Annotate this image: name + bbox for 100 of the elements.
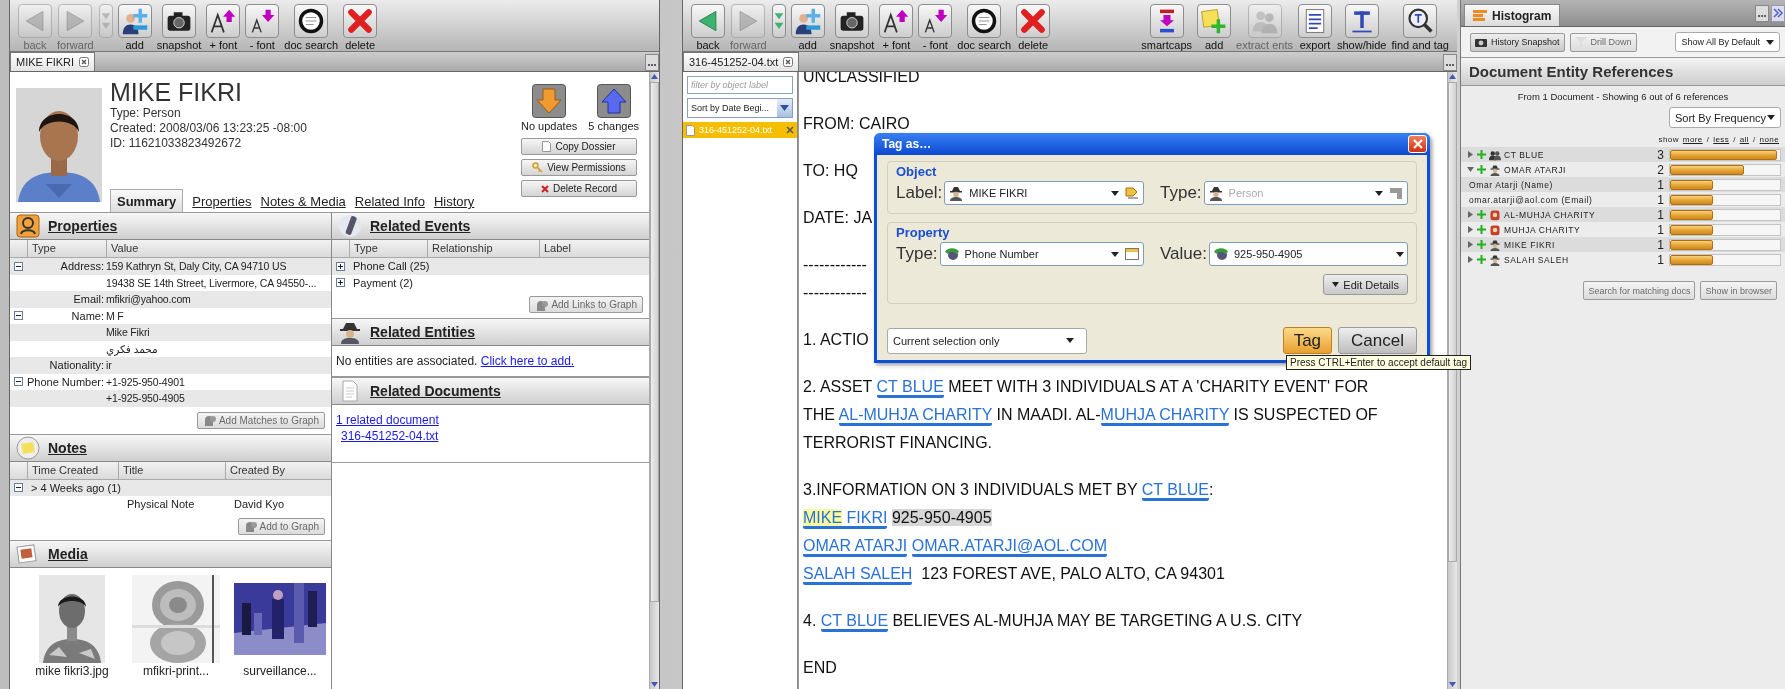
document-link[interactable]: 316-451252-04.txt — [341, 429, 439, 443]
tab[interactable]: MIKE FIKRI — [10, 52, 96, 71]
section-title[interactable]: Notes — [48, 439, 87, 456]
collapse-icon[interactable] — [14, 311, 23, 321]
entity-link[interactable]: OMAR ATARJI — [803, 537, 908, 557]
bars-icon — [1473, 10, 1487, 21]
scroll-down-icon[interactable] — [650, 680, 659, 689]
section-title[interactable]: Properties — [48, 218, 118, 234]
type-label: Type: Person — [110, 106, 182, 121]
scope-dropdown[interactable]: Current selection only — [887, 327, 1087, 354]
entity-label[interactable]: MUHJA CHARITY — [1504, 224, 1651, 235]
show-link[interactable]: all — [1739, 135, 1749, 144]
document-link[interactable]: 1 related document — [336, 413, 439, 427]
close-icon[interactable] — [786, 126, 794, 134]
status-button[interactable]: No updates — [521, 84, 578, 132]
entity-link[interactable]: CT BLUE — [1141, 481, 1209, 501]
more-button[interactable] — [1443, 54, 1457, 71]
action-button[interactable]: Delete Record — [521, 180, 637, 197]
toolbar-button[interactable]: History Snapshot — [1470, 32, 1565, 52]
entity-link[interactable]: MUHJA CHARITY — [1100, 406, 1230, 426]
entity-link[interactable]: AL-MUHJA CHARITY — [838, 406, 993, 426]
add-icon[interactable] — [1477, 225, 1486, 234]
tab[interactable]: Properties — [192, 191, 252, 212]
expand-arrow-icon[interactable] — [1467, 151, 1474, 158]
show-hide-button[interactable]: show/hide — [1336, 4, 1387, 52]
expand-arrow-icon[interactable] — [1467, 256, 1474, 263]
entity-link[interactable]: CT BLUE — [876, 378, 944, 398]
sort-dropdown[interactable]: Sort by Date Begi... — [687, 98, 793, 118]
entity-link[interactable]: MIKE FIKRI — [803, 509, 888, 529]
tab[interactable]: Summary — [110, 189, 184, 212]
view-dropdown[interactable]: Show All By Default — [1675, 32, 1780, 52]
font-increase-icon — [209, 7, 238, 35]
edit-details-button[interactable]: Edit Details — [1323, 274, 1408, 295]
show-link[interactable]: more — [1682, 135, 1703, 144]
entity-label[interactable]: CT BLUE — [1504, 149, 1651, 160]
table-cell: محمد فكري — [106, 342, 158, 355]
expand-arrow-icon[interactable] — [1467, 211, 1474, 218]
expand-arrow-icon[interactable] — [1467, 241, 1474, 248]
spy-icon — [948, 185, 965, 201]
smartcaps-button[interactable]: smartcaps — [1141, 4, 1193, 52]
collapse-arrow-icon[interactable] — [1467, 166, 1474, 173]
filter-field[interactable]: filter by object label — [687, 76, 793, 94]
expand-icon[interactable] — [336, 261, 345, 271]
tab[interactable]: 316-451252-04.txt — [683, 52, 800, 71]
tab[interactable]: History — [433, 191, 475, 212]
status-button[interactable]: 5 changes — [588, 84, 639, 132]
entity-label[interactable]: MIKE FIKRI — [1504, 239, 1651, 250]
show-link[interactable]: none — [1759, 135, 1779, 144]
more-button[interactable] — [645, 54, 659, 71]
section-title[interactable]: Related Events — [370, 218, 471, 234]
entity-label[interactable]: omar.atarji@aol.com (Email) — [1467, 194, 1651, 205]
close-icon[interactable] — [783, 57, 794, 67]
add-icon[interactable] — [1477, 255, 1486, 264]
dialog-button[interactable]: Cancel — [1338, 327, 1417, 354]
show-link[interactable]: less — [1713, 135, 1730, 144]
action-button[interactable]: View Permissions — [521, 159, 637, 176]
collapse-icon[interactable] — [14, 261, 23, 271]
key-icon — [532, 162, 544, 173]
tag-icon[interactable] — [1124, 185, 1140, 201]
column-header: Value — [106, 240, 331, 257]
entity-label[interactable]: SALAH SALEH — [1504, 254, 1651, 265]
find-and-tag-button[interactable]: find and tag — [1391, 4, 1449, 52]
entity-label[interactable]: AL-MUHJA CHARITY — [1504, 209, 1651, 220]
expand-icon[interactable] — [336, 278, 345, 288]
dropdown[interactable]: 925-950-4905 — [1208, 242, 1408, 266]
history-button[interactable] — [771, 4, 786, 38]
dropdown[interactable]: MIKE FIKRI — [944, 181, 1144, 205]
doc-search-button[interactable]: doc search — [284, 4, 339, 52]
section-title[interactable]: Related Entities — [370, 324, 476, 340]
tab[interactable]: Notes & Media — [260, 191, 346, 212]
scroll-down-icon[interactable] — [1448, 680, 1457, 689]
entity-link[interactable]: OMAR.ATARJI@AOL.COM — [911, 537, 1107, 557]
doc-search-button[interactable]: doc search — [957, 4, 1012, 52]
add-icon[interactable] — [1477, 165, 1486, 174]
action-button[interactable]: Copy Dossier — [521, 138, 637, 155]
section-title[interactable]: Related Documents — [370, 383, 501, 399]
collapse-icon[interactable] — [14, 377, 23, 387]
tab[interactable]: Histogram — [1464, 4, 1561, 26]
table-cell: Nationality: — [49, 359, 104, 372]
dialog-button[interactable]: Tag — [1282, 327, 1333, 354]
section-title[interactable]: Media — [48, 545, 88, 562]
panel-icon[interactable] — [1124, 246, 1140, 262]
entity-link[interactable]: CT BLUE — [820, 612, 889, 632]
tab[interactable]: Related Info — [354, 191, 425, 212]
entity-link[interactable]: SALAH SALEH — [803, 565, 913, 585]
collapse-icon[interactable] — [14, 483, 23, 493]
close-icon[interactable] — [79, 57, 90, 67]
entity-label[interactable]: Omar Atarji (Name) — [1467, 179, 1651, 190]
entity-label[interactable]: OMAR ATARJI — [1504, 164, 1651, 175]
field-label: Type: — [1160, 183, 1202, 203]
close-button[interactable] — [1408, 135, 1427, 153]
field-label: Label: — [896, 183, 943, 203]
expand-arrow-icon[interactable] — [1467, 226, 1474, 233]
scrollbar[interactable] — [649, 72, 659, 689]
add-link[interactable]: Click here to add. — [480, 354, 575, 368]
sort-dropdown[interactable]: Sort By Frequency — [1669, 107, 1781, 128]
more-button[interactable] — [1755, 4, 1769, 22]
dropdown[interactable]: Phone Number — [939, 242, 1144, 266]
collapse-button[interactable] — [1771, 4, 1785, 22]
group-title: Property — [896, 225, 951, 240]
